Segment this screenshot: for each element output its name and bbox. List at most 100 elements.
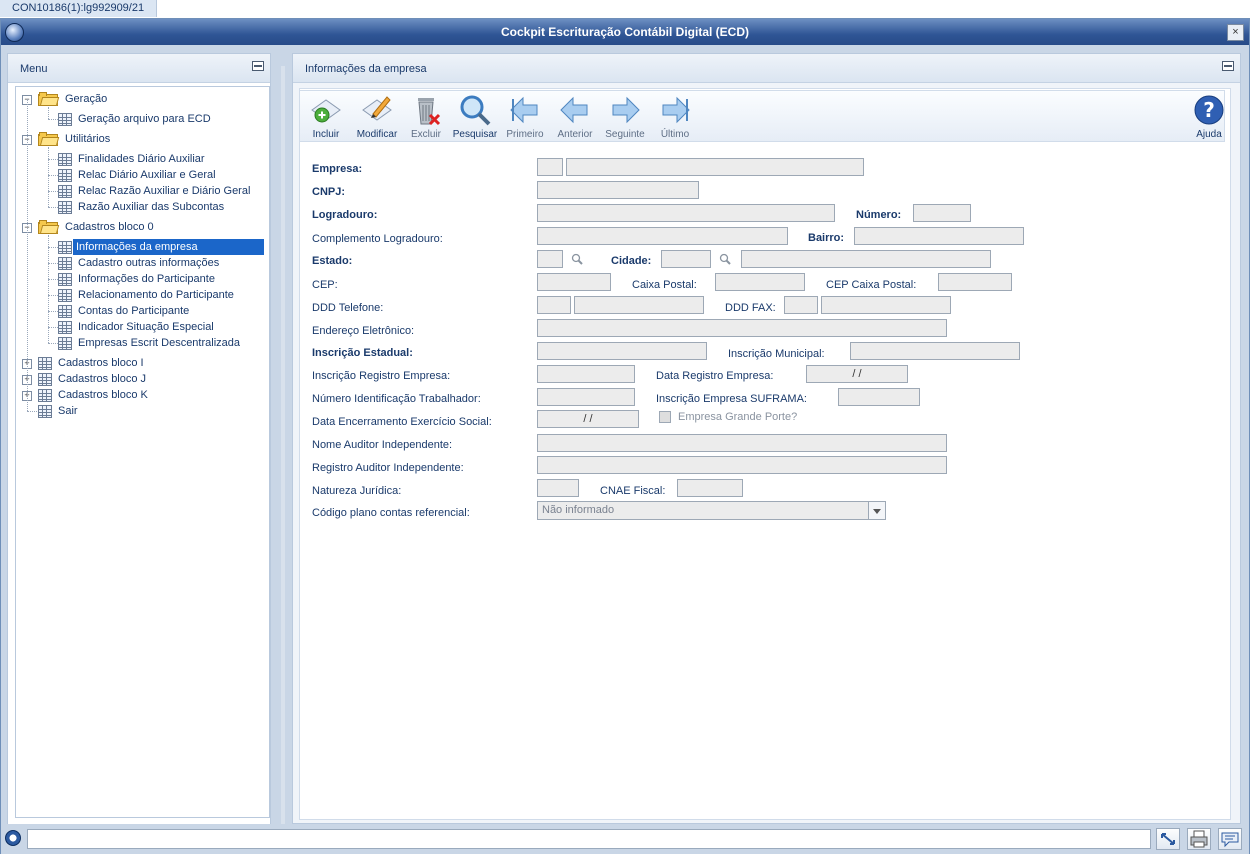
codigo-plano-select[interactable]: Não informado	[537, 501, 886, 520]
tree-connector	[48, 119, 58, 121]
estado-lookup-icon[interactable]	[571, 253, 583, 265]
content-body	[299, 88, 1231, 820]
tree-node[interactable]: Cadastros bloco K	[55, 387, 151, 403]
tree-node[interactable]: Sair	[55, 403, 81, 419]
inscricao-estadual-label: Inscrição Estadual:	[312, 347, 413, 359]
tree-node-label: Informações da empresa	[73, 239, 264, 255]
search-icon	[460, 95, 491, 126]
svg-text:?: ?	[1203, 98, 1215, 122]
numero-identificacao-field[interactable]	[537, 388, 635, 406]
resize-button[interactable]	[1156, 828, 1180, 850]
excluir-button[interactable]: Excluir	[401, 93, 451, 141]
natureza-juridica-field[interactable]	[537, 479, 579, 497]
tree-node[interactable]: Cadastros bloco J	[55, 371, 149, 387]
tree-node[interactable]: Finalidades Diário Auxiliar	[75, 151, 208, 167]
tree-node[interactable]: Cadastro outras informações	[75, 255, 222, 271]
status-bar	[1, 824, 1249, 854]
grid-icon	[38, 389, 52, 402]
empresa-name-field[interactable]	[566, 158, 864, 176]
tree-node[interactable]: Informações do Participante	[75, 271, 218, 287]
status-globe-icon[interactable]	[5, 830, 21, 846]
fax-field[interactable]	[821, 296, 951, 314]
inscricao-suframa-field[interactable]	[838, 388, 920, 406]
primeiro-button[interactable]: Primeiro	[500, 93, 550, 141]
complemento-field[interactable]	[537, 227, 788, 245]
logradouro-field[interactable]	[537, 204, 835, 222]
inscricao-registro-label: Inscrição Registro Empresa:	[312, 370, 451, 382]
menu-title: Menu	[20, 63, 48, 75]
pesquisar-button[interactable]: Pesquisar	[450, 93, 500, 141]
caixa-postal-field[interactable]	[715, 273, 805, 291]
registro-auditor-field[interactable]	[537, 456, 947, 474]
tree-node[interactable]: Utilitários	[62, 131, 113, 147]
tree-node[interactable]: Razão Auxiliar das Subcontas	[75, 199, 227, 215]
tree-node[interactable]: Geração arquivo para ECD	[75, 111, 214, 127]
close-button[interactable]: ×	[1227, 24, 1244, 41]
tree-node-label: Contas do Participante	[78, 305, 190, 317]
ddd-fax-field[interactable]	[784, 296, 818, 314]
tree-node-label: Relacionamento do Participante	[78, 289, 234, 301]
minimize-content-icon[interactable]	[1222, 61, 1234, 71]
ajuda-button[interactable]: ? Ajuda	[1184, 93, 1234, 141]
tree-node[interactable]: Indicador Situação Especial	[75, 319, 217, 335]
numero-label: Número:	[856, 209, 902, 221]
ultimo-button[interactable]: Último	[650, 93, 700, 141]
ddd-telefone-field[interactable]	[537, 296, 571, 314]
tree-node[interactable]: Geração	[62, 91, 110, 107]
menu-header: Menu	[8, 54, 270, 83]
tree-node-label: Utilitários	[65, 133, 111, 145]
grande-porte-label: Empresa Grande Porte?	[678, 411, 798, 423]
grid-icon	[38, 357, 52, 370]
chevron-down-icon[interactable]	[868, 502, 885, 519]
telefone-field[interactable]	[574, 296, 704, 314]
grid-icon	[58, 305, 72, 318]
incluir-button[interactable]: Incluir	[301, 93, 351, 141]
tree-node[interactable]: Relac Diário Auxiliar e Geral	[75, 167, 219, 183]
tree-node[interactable]: Informações da empresa	[73, 239, 264, 255]
main-window: Cockpit Escrituração Contábil Digital (E…	[0, 18, 1250, 854]
inscricao-registro-field[interactable]	[537, 365, 635, 383]
cidade-lookup-icon[interactable]	[719, 253, 731, 265]
tree-node[interactable]: Relac Razão Auxiliar e Diário Geral	[75, 183, 253, 199]
tree-node[interactable]: Empresas Escrit Descentralizada	[75, 335, 243, 351]
modificar-button[interactable]: Modificar	[352, 93, 402, 141]
endereco-eletronico-field[interactable]	[537, 319, 947, 337]
folder-open-icon	[38, 220, 60, 234]
grid-icon	[38, 405, 52, 418]
minimize-menu-icon[interactable]	[252, 61, 264, 71]
tab-session[interactable]: CON10186(1):lg992909/21	[0, 0, 158, 17]
tree-node[interactable]: Relacionamento do Participante	[75, 287, 237, 303]
cnpj-field[interactable]	[537, 181, 699, 199]
tree-node[interactable]: Cadastros bloco 0	[62, 219, 157, 235]
numero-field[interactable]	[913, 204, 971, 222]
data-registro-field[interactable]: / /	[806, 365, 908, 383]
logradouro-label: Logradouro:	[312, 209, 378, 221]
seguinte-button[interactable]: Seguinte	[600, 93, 650, 141]
cnae-fiscal-field[interactable]	[677, 479, 743, 497]
data-encerramento-field[interactable]: / /	[537, 410, 639, 428]
tree-node-label: Geração	[65, 93, 108, 105]
inscricao-municipal-label: Inscrição Municipal:	[728, 348, 825, 360]
panel-splitter[interactable]	[279, 66, 287, 826]
codigo-plano-label: Código plano contas referencial:	[312, 507, 470, 519]
tree-node-label: Cadastro outras informações	[78, 257, 220, 269]
inscricao-estadual-field[interactable]	[537, 342, 707, 360]
grande-porte-checkbox[interactable]	[659, 411, 671, 423]
print-button[interactable]	[1187, 828, 1211, 850]
cep-caixa-postal-field[interactable]	[938, 273, 1012, 291]
cidade-label: Cidade:	[611, 255, 652, 267]
inscricao-municipal-field[interactable]	[850, 342, 1020, 360]
cidade-code-field[interactable]	[661, 250, 711, 268]
cidade-name-field[interactable]	[741, 250, 991, 268]
estado-field[interactable]	[537, 250, 563, 268]
cep-field[interactable]	[537, 273, 611, 291]
tree-node-label: Relac Razão Auxiliar e Diário Geral	[78, 185, 251, 197]
tree-node[interactable]: Contas do Participante	[75, 303, 192, 319]
bairro-field[interactable]	[854, 227, 1024, 245]
messages-button[interactable]	[1218, 828, 1242, 850]
anterior-button[interactable]: Anterior	[550, 93, 600, 141]
empresa-code-field[interactable]	[537, 158, 563, 176]
nome-auditor-field[interactable]	[537, 434, 947, 452]
tree-node[interactable]: Cadastros bloco I	[55, 355, 147, 371]
tree-node-label: Cadastros bloco K	[58, 389, 148, 401]
